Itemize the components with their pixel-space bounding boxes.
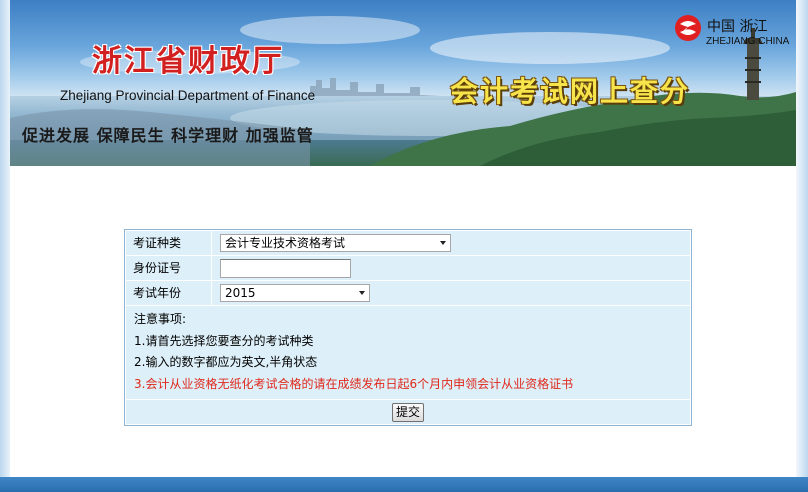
note-item-warning: 3.会计从业资格无纸化考试合格的请在成绩发布日起6个月内申领会计从业资格证书 (134, 376, 574, 391)
exam-type-value: 会计专业技术资格考试 (225, 236, 346, 250)
submit-button[interactable]: 提交 (391, 402, 424, 422)
zhejiang-logo-icon (675, 15, 701, 41)
note-item: 1.请首先选择您要查分的考试种类 (134, 333, 314, 348)
notes-heading: 注意事项: (134, 312, 187, 326)
exam-type-row: 考证种类 会计专业技术资格考试 (126, 231, 690, 255)
zhejiang-logo: 中国 浙江 ZHEJIANG CHINA (674, 14, 794, 54)
exam-year-value: 2015 (225, 286, 256, 300)
notes-section: 注意事项: 1.请首先选择您要查分的考试种类 2.输入的数字都应为英文,半角状态… (126, 306, 690, 399)
right-margin (796, 0, 808, 492)
submit-row: 提交 (126, 400, 690, 424)
chevron-down-icon (359, 291, 365, 295)
logo-text-en: ZHEJIANG CHINA (706, 36, 790, 47)
exam-year-row: 考试年份 2015 (126, 281, 690, 305)
exam-year-label: 考试年份 (126, 281, 212, 305)
id-number-label: 身份证号 (126, 256, 212, 280)
exam-type-label: 考证种类 (126, 231, 212, 255)
logo-text-cn: 中国 浙江 (707, 19, 768, 35)
note-item: 2.输入的数字都应为英文,半角状态 (134, 355, 318, 369)
page-title: 浙江省财政厅 (92, 44, 284, 79)
page-subtitle: Zhejiang Provincial Department of Financ… (60, 88, 316, 103)
header-banner: 浙江省财政厅 Zhejiang Provincial Department of… (10, 0, 796, 166)
system-title: 会计考试网上查分 (450, 75, 691, 108)
left-margin (0, 0, 10, 492)
exam-year-select[interactable]: 2015 (220, 284, 370, 302)
slogan: 促进发展 保障民生 科学理财 加强监管 (22, 126, 314, 145)
chevron-down-icon (440, 241, 446, 245)
exam-type-select[interactable]: 会计专业技术资格考试 (220, 234, 451, 252)
footer-bar (0, 477, 808, 492)
score-query-form: 考证种类 会计专业技术资格考试 身份证号 考试年份 2015 注意事项: 1.请… (124, 229, 692, 426)
id-number-row: 身份证号 (126, 256, 690, 280)
id-number-input[interactable] (220, 258, 351, 278)
